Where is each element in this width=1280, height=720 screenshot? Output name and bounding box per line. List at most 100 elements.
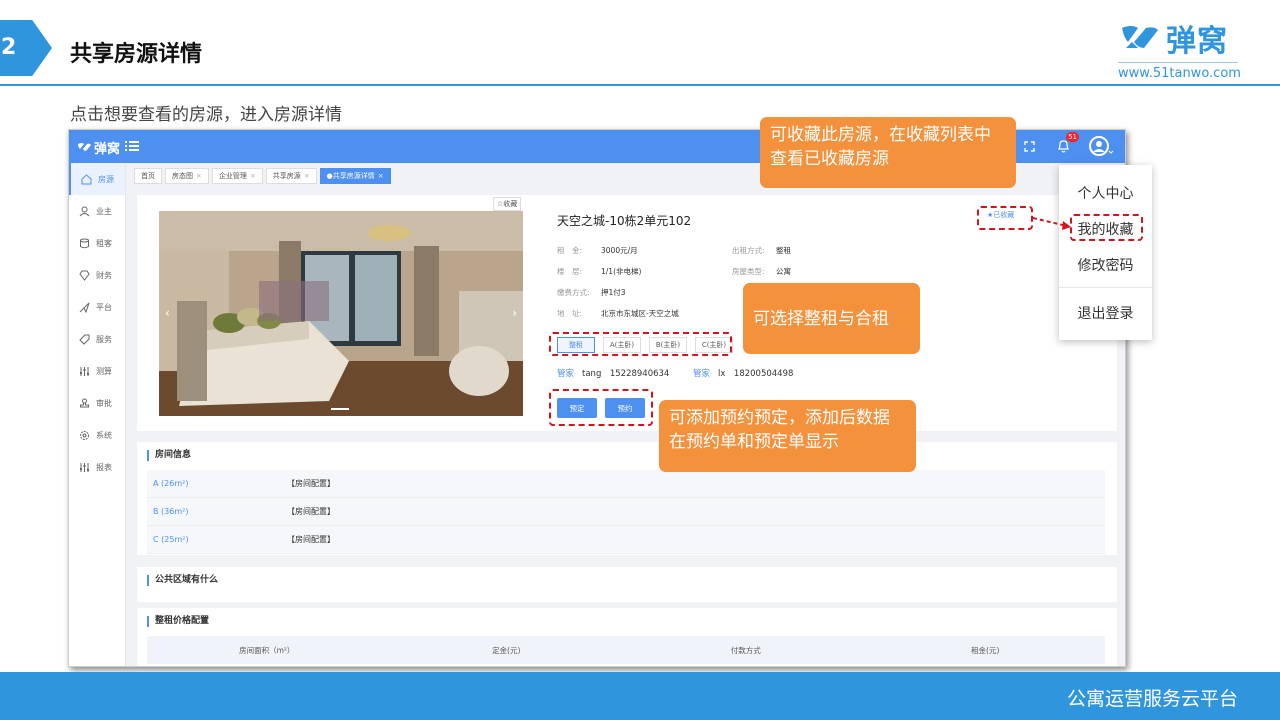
section-number-tab: 2 [0,20,52,76]
menu-item-logout[interactable]: 退出登录 [1059,303,1152,323]
manager-value: lx 18200504498 [718,369,794,379]
info-floor: 楼 层: 1/1(非电梯) [557,266,641,277]
menu-item-profile[interactable]: 个人中心 [1059,183,1152,203]
sidebar-label: 服务 [96,334,112,344]
close-icon[interactable]: × [378,172,384,180]
footer-text: 公寓运营服务云平台 [1066,688,1238,710]
price-config-title: 整租价格配置 [147,616,209,627]
sidebar-item-2[interactable]: 租客 [69,227,125,259]
app-logo-icon [78,143,91,151]
info-address: 地 址: 北京市东城区-天空之城 [557,308,679,319]
info-house-type: 房屋类型: 公寓 [732,266,791,277]
slide-title: 共享房源详情 [70,42,203,67]
info-key: 楼 层: [557,267,583,276]
tab-label: 企业管理 [218,172,247,180]
highlight-favorited [977,206,1033,230]
listing-photo-carousel[interactable]: ‹ › [159,211,523,416]
sidebar-item-9[interactable]: 报表 [69,451,125,483]
brand-url: www.51tanwo.com [1118,62,1241,81]
sidebar-item-3[interactable]: 财务 [69,259,125,291]
carousel-indicator[interactable] [331,408,349,410]
tab-shared-listings[interactable]: 共享房源 × [265,168,317,184]
room-config[interactable]: 【房间配置】 [287,478,335,489]
room-config[interactable]: 【房间配置】 [287,506,335,517]
stamp-icon [79,398,90,409]
price-config-card: 整租价格配置 房间面积（m²） 定金(元) 付款方式 租金(元) [137,608,1117,666]
gear-icon [79,430,90,441]
fullscreen-icon[interactable] [1019,136,1039,156]
tab-label: 共享房源 [272,172,301,180]
app-logo-text: 弹窝 [94,142,121,157]
room-letter: C [153,535,159,544]
sidebar-label: 租客 [96,238,112,248]
room-area: (25m²) [161,535,189,544]
info-key: 出租方式: [732,246,765,255]
page-tabs: 首页 房态图 × 企业管理 × 共享房源 × ●共享房源详情 × [134,168,391,184]
sidebar-item-8[interactable]: 系统 [69,419,125,451]
sidebar-label: 财务 [96,270,112,280]
close-icon[interactable]: × [196,172,202,180]
sliders-icon [79,366,90,377]
callout-favorite: 可收藏此房源，在收藏列表中查看已收藏房源 [760,117,1016,188]
tab-label: ●共享房源详情 [326,172,375,180]
favorite-button[interactable]: ☆收藏 [493,197,522,211]
tab-listing-detail[interactable]: ●共享房源详情 × [319,168,391,184]
manager-key: 管家 [693,369,711,379]
sliders-icon [79,462,90,473]
room-area: (26m²) [161,479,189,488]
sidebar-item-0[interactable]: 房源 [69,163,125,195]
notification-badge: 51 [1066,132,1079,142]
close-icon[interactable]: × [304,172,310,180]
notification-bell-icon[interactable]: 51 [1053,132,1079,156]
carousel-prev-icon[interactable]: ‹ [165,306,170,320]
app-logo[interactable]: 弹窝 [77,138,120,157]
sidebar-item-6[interactable]: 测算 [69,355,125,387]
tab-room-status[interactable]: 房态图 × [165,168,209,184]
sidebar-item-1[interactable]: 业主 [69,195,125,227]
slide: 2 共享房源详情 弹窝 www.51tanwo.com 点击想要查看的房源，进入… [0,0,1280,720]
sidebar-label: 系统 [96,430,112,440]
brand-logo: 弹窝 www.51tanwo.com [1118,16,1248,81]
diamond-icon [79,270,90,281]
brand-mark-icon [1122,26,1158,48]
manager-key: 管家 [557,369,575,379]
highlight-my-favorites [1070,214,1143,241]
app-sidebar: 房源 业主 租客 财务 平台 服务 测算 审批 系统 报表 [69,163,126,666]
section-number: 2 [1,35,17,60]
room-config[interactable]: 【房间配置】 [287,534,335,545]
avatar-icon[interactable] [1087,136,1115,156]
menu-icon[interactable] [125,139,139,153]
menu-item-change-password[interactable]: 修改密码 [1059,255,1152,275]
table-row: A (26m²) 【房间配置】 [147,470,1105,498]
info-key: 房屋类型: [732,267,765,276]
manager-2: 管家 lx 18200504498 [693,367,793,379]
menu-divider [1059,287,1152,288]
manager-value: tang 15228940634 [582,369,670,379]
database-icon [79,238,90,249]
tab-company[interactable]: 企业管理 × [211,168,263,184]
title-divider [0,84,1280,86]
column-header: 付款方式 [730,645,761,655]
bedroom-photo [159,211,523,416]
sidebar-item-5[interactable]: 服务 [69,323,125,355]
highlight-rent-options [549,332,732,356]
sidebar-label: 审批 [96,398,112,408]
carousel-next-icon[interactable]: › [512,306,517,320]
sidebar-item-4[interactable]: 平台 [69,291,125,323]
room-name: B (36m²) [147,507,287,516]
highlight-booking-buttons [549,389,653,426]
callout-rent-mode: 可选择整租与合租 [743,283,920,354]
info-key: 缴费方式: [557,288,590,297]
close-icon[interactable]: × [250,172,256,180]
table-row: C (25m²) 【房间配置】 [147,526,1105,554]
info-rent-mode: 出租方式: 整租 [732,245,791,256]
tab-label: 首页 [141,172,155,180]
sidebar-label: 业主 [96,206,112,216]
info-payment: 缴费方式: 押1付3 [557,287,626,298]
tab-home[interactable]: 首页 [134,168,162,184]
info-value: 押1付3 [601,288,626,297]
user-icon [79,206,90,217]
slide-subtitle: 点击想要查看的房源，进入房源详情 [70,105,342,125]
column-header: 定金(元) [492,645,521,655]
sidebar-item-7[interactable]: 审批 [69,387,125,419]
